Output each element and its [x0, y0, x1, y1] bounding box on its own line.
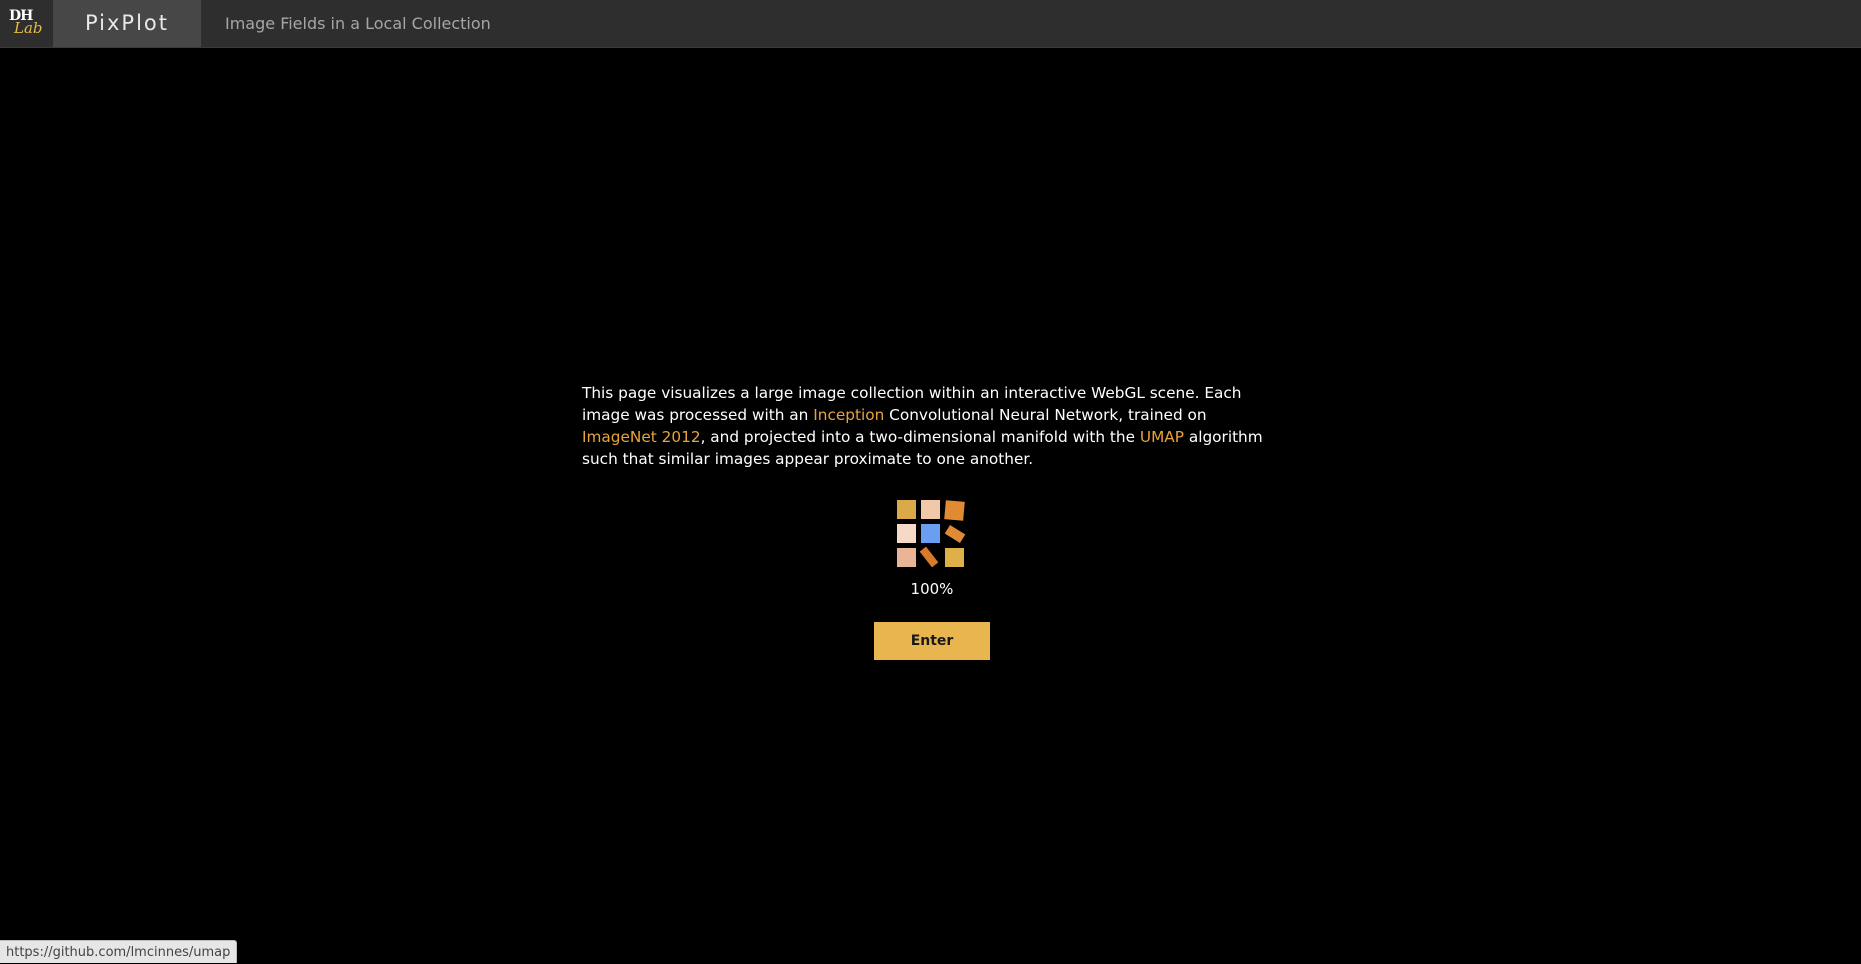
imagenet-link[interactable]: ImageNet 2012: [582, 428, 701, 446]
intro-text-2: Convolutional Neural Network, trained on: [884, 406, 1207, 424]
app-name-tab[interactable]: PixPlot: [53, 0, 201, 47]
intro-paragraph: This page visualizes a large image colle…: [582, 382, 1280, 470]
loader-block: [944, 500, 965, 521]
loader-blocks-icon: [897, 500, 967, 570]
top-bar: DH Lab PixPlot Image Fields in a Local C…: [0, 0, 1861, 48]
loading-progress-text: 100%: [910, 580, 954, 598]
intro-text-3: , and projected into a two-dimensional m…: [700, 428, 1140, 446]
loader-block: [897, 548, 916, 567]
loader-block: [921, 500, 940, 519]
enter-button[interactable]: Enter: [874, 622, 990, 660]
loader-block: [944, 524, 966, 544]
loader-block: [945, 548, 964, 567]
umap-link[interactable]: UMAP: [1140, 428, 1184, 446]
loader-block: [919, 546, 939, 568]
inception-link[interactable]: Inception: [813, 406, 884, 424]
loader-block: [921, 524, 940, 543]
logo-text-lab: Lab: [14, 19, 43, 37]
loader-block: [897, 500, 916, 519]
loader-block: [897, 524, 916, 543]
status-bar-url: https://github.com/lmcinnes/umap: [0, 940, 238, 963]
dhlab-logo[interactable]: DH Lab: [0, 0, 53, 47]
page-title: Image Fields in a Local Collection: [225, 14, 491, 33]
